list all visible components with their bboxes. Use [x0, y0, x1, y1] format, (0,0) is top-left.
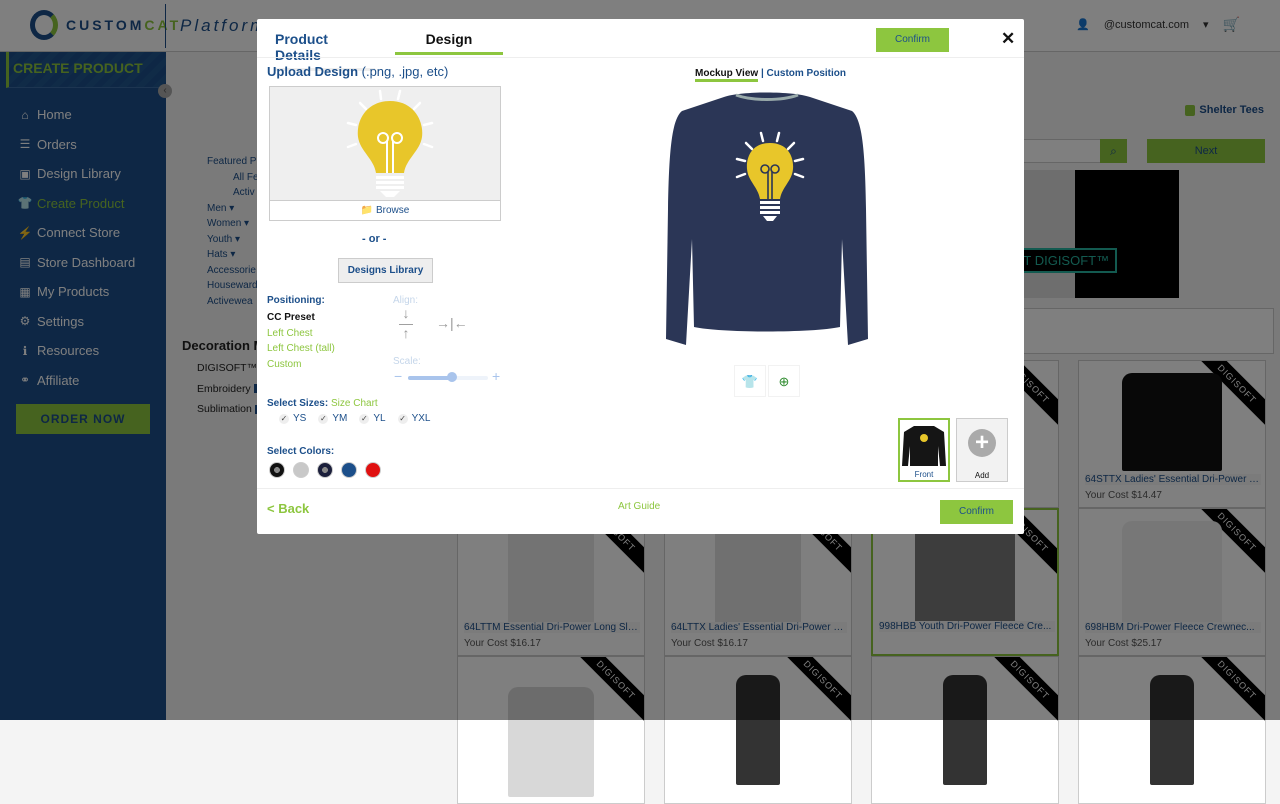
thumb-add-label: Add: [974, 471, 990, 480]
upload-title-text: Upload Design: [267, 64, 359, 79]
thumb-front[interactable]: Front: [898, 418, 950, 482]
upload-formats: (.png, .jpg, etc): [361, 64, 449, 79]
align-vertical-center-icon[interactable]: ↓ — ↑: [399, 306, 413, 340]
design-modal: Product Details Design Confirm ✕ Upload …: [257, 19, 1024, 534]
or-separator: - or -: [362, 233, 387, 245]
browse-label: Browse: [375, 205, 410, 216]
tab-mockup-view[interactable]: Mockup View: [695, 68, 759, 82]
tab-design[interactable]: Design: [395, 31, 503, 55]
header-divider: [257, 57, 1024, 58]
close-icon[interactable]: ✕: [1001, 29, 1015, 49]
view-tabs: Mockup View | Custom Position: [695, 68, 846, 82]
size-checkbox-ym[interactable]: ✓ YM: [318, 413, 347, 424]
designs-library-button[interactable]: Designs Library: [338, 258, 433, 283]
sweatshirt-mockup: [666, 92, 868, 345]
back-button[interactable]: < Back: [267, 501, 309, 516]
color-swatch-navy-heather[interactable]: [317, 462, 333, 478]
positioning-option[interactable]: Left Chest: [267, 326, 335, 342]
confirm-button-bottom[interactable]: Confirm: [940, 500, 1013, 524]
size-checkboxes: ✓ YS ✓ YM ✓ YL ✓ YXL: [279, 413, 430, 424]
mockup-tools: 👕 ⊕: [734, 365, 800, 397]
size-checkbox-yxl[interactable]: ✓ YXL: [397, 413, 431, 424]
positioning-option[interactable]: Left Chest (tall): [267, 341, 335, 357]
size-label: YM: [332, 413, 348, 424]
browse-button[interactable]: 📁 Browse: [270, 200, 500, 220]
select-colors-label: Select Colors:: [267, 446, 335, 457]
tab-product-details[interactable]: Product Details: [275, 31, 375, 71]
plus-icon: +: [968, 429, 996, 457]
align-horizontal-center-icon[interactable]: →|←: [436, 315, 468, 331]
thumb-front-label: Front: [914, 470, 934, 479]
footer-divider: [257, 488, 1024, 489]
lightbulb-design-preview: [346, 89, 434, 197]
scale-decrease-icon[interactable]: −: [394, 368, 402, 384]
checkmark-icon: ✓: [279, 413, 289, 424]
folder-icon: 📁: [360, 205, 374, 216]
zoom-in-icon[interactable]: ⊕: [768, 365, 800, 397]
positioning-label: Positioning:: [267, 295, 325, 306]
checkmark-icon: ✓: [397, 413, 408, 424]
color-swatch-black-heather[interactable]: [269, 462, 285, 478]
add-view-button[interactable]: + Add: [956, 418, 1008, 482]
color-swatch-navy[interactable]: [341, 462, 357, 478]
upload-design-title: Upload Design (.png, .jpg, etc): [267, 64, 448, 79]
checkmark-icon: ✓: [318, 413, 329, 424]
art-guide-link[interactable]: Art Guide: [618, 501, 660, 512]
tab-custom-position[interactable]: Custom Position: [767, 68, 846, 79]
size-chart-link[interactable]: Size Chart: [331, 398, 378, 409]
confirm-button-top[interactable]: Confirm: [876, 28, 949, 52]
size-checkbox-ys[interactable]: ✓ YS: [279, 413, 306, 424]
size-label: YL: [373, 413, 386, 424]
select-sizes-label: Select Sizes:: [267, 398, 329, 409]
positioning-options: CC Preset Left Chest Left Chest (tall) Cust…: [267, 310, 335, 372]
scale-increase-icon[interactable]: +: [492, 368, 500, 384]
slider-thumb[interactable]: [447, 372, 457, 382]
design-preview-dropzone[interactable]: 📁 Browse: [269, 86, 501, 221]
scale-slider[interactable]: − +: [394, 368, 504, 384]
view-tab-separator: |: [760, 68, 764, 79]
color-swatch-grey[interactable]: [293, 462, 309, 478]
size-label: YXL: [411, 413, 431, 424]
size-label: YS: [293, 413, 307, 424]
scale-label: Scale:: [393, 356, 421, 367]
size-checkbox-yl[interactable]: ✓ YL: [359, 413, 386, 424]
color-swatches: [269, 462, 381, 478]
tshirt-view-icon[interactable]: 👕: [734, 365, 766, 397]
checkmark-icon: ✓: [359, 413, 370, 424]
front-thumb-image: [902, 426, 946, 466]
color-swatch-red[interactable]: [365, 462, 381, 478]
slider-fill: [408, 376, 452, 380]
positioning-option[interactable]: Custom: [267, 357, 335, 373]
positioning-option[interactable]: CC Preset: [267, 310, 335, 326]
